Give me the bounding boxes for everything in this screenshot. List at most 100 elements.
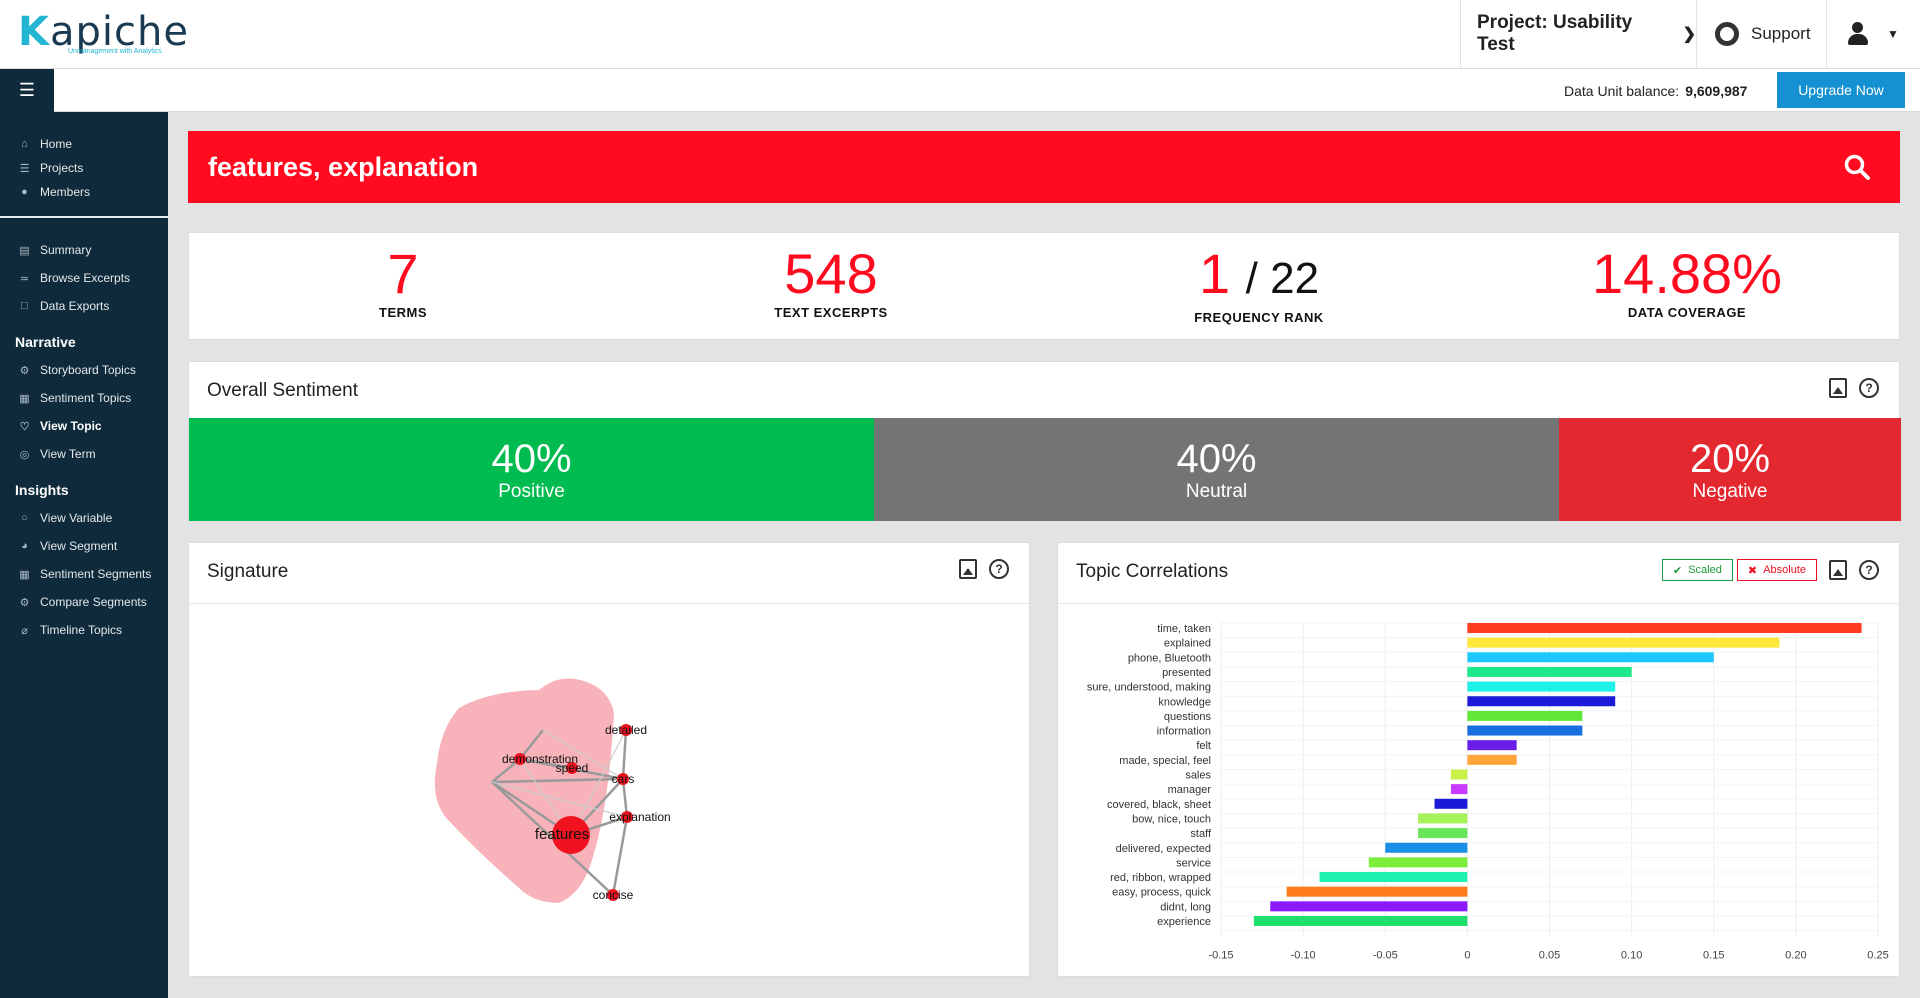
term-icon: ◎ bbox=[19, 448, 30, 461]
sidebar-item-members[interactable]: ● Members bbox=[0, 180, 168, 204]
signature-network[interactable]: detailed speed demonstration cars explan… bbox=[189, 603, 1031, 978]
terms-value: 7 bbox=[387, 242, 419, 305]
category-label: sales bbox=[1185, 770, 1211, 782]
excerpts-label: TEXT EXCERPTS bbox=[774, 305, 888, 320]
correlation-bar bbox=[1368, 857, 1468, 868]
sidebar-item-view-topic[interactable]: ♡ View Topic bbox=[0, 412, 168, 440]
sidebar-item-timeline-topics[interactable]: ⌀ Timeline Topics bbox=[0, 616, 168, 644]
export-image-icon[interactable] bbox=[959, 559, 977, 579]
topic-correlations-chart[interactable]: -0.15 -0.10 -0.05 0 0.05 0.10 0.15 0.20 0.25 time… bbox=[1058, 603, 1901, 978]
sidebar-item-label: Sentiment Segments bbox=[40, 567, 152, 581]
category-label: easy, process, quick bbox=[1112, 887, 1211, 899]
sidebar-item-label: Sentiment Topics bbox=[40, 391, 132, 405]
sidebar-item-label: Compare Segments bbox=[40, 595, 147, 609]
neutral-pct: 40% bbox=[1176, 436, 1257, 481]
absolute-toggle[interactable]: ✖ Absolute bbox=[1736, 559, 1817, 581]
category-label: made, special, feel bbox=[1119, 755, 1211, 767]
sidebar-item-storyboard-topics[interactable]: ⚙ Storyboard Topics bbox=[0, 356, 168, 384]
sidebar-item-data-exports[interactable]: □ Data Exports bbox=[0, 292, 168, 320]
topic-search-banner[interactable]: features, explanation bbox=[188, 131, 1900, 203]
category-label: red, ribbon, wrapped bbox=[1110, 872, 1211, 884]
signature-panel: Signature ? detailed speed demonstration… bbox=[188, 542, 1030, 977]
category-label: presented bbox=[1162, 667, 1211, 679]
negative-label: Negative bbox=[1692, 480, 1768, 502]
x-tick-label: 0.15 bbox=[1703, 950, 1724, 962]
correlation-bar bbox=[1450, 769, 1468, 780]
sidebar-item-label: View Topic bbox=[40, 419, 102, 433]
lifebuoy-icon bbox=[1715, 22, 1739, 46]
rank-label: FREQUENCY RANK bbox=[1194, 310, 1324, 325]
logo-wordmark: Kapiche bbox=[18, 9, 189, 55]
stat-data-coverage: 14.88% DATA COVERAGE bbox=[1473, 242, 1901, 321]
x-tick-label: 0.10 bbox=[1621, 950, 1642, 962]
correlation-bar bbox=[1467, 740, 1517, 751]
category-label: staff bbox=[1190, 828, 1212, 840]
user-menu[interactable]: ▼ bbox=[1826, 0, 1920, 68]
top-header: Kapiche Unmanagement with Analytics Proj… bbox=[0, 0, 1920, 69]
project-selector[interactable]: Project: Usability Test ❯ bbox=[1460, 0, 1696, 68]
sub-header: ☰ Data Unit balance: 9,609,987 Upgrade N… bbox=[0, 69, 1920, 112]
export-image-icon[interactable] bbox=[1829, 378, 1847, 398]
support-button[interactable]: Support bbox=[1696, 0, 1826, 68]
sentiment-bar: 40% Positive 40% Neutral 20% Negative bbox=[189, 418, 1901, 521]
sidebar-item-sentiment-topics[interactable]: ▦ Sentiment Topics bbox=[0, 384, 168, 412]
sidebar-item-label: Timeline Topics bbox=[40, 623, 123, 637]
excerpts-value: 548 bbox=[784, 242, 878, 305]
category-label: questions bbox=[1164, 711, 1212, 723]
sidebar-item-compare-segments[interactable]: ⚙ Compare Segments bbox=[0, 588, 168, 616]
coverage-value: 14.88% bbox=[1592, 242, 1782, 305]
sidebar-item-label: Members bbox=[40, 185, 91, 199]
topic-stats-panel: 7 TERMS 548 TEXT EXCERPTS 1 / 22 FREQUEN… bbox=[188, 232, 1900, 340]
sidebar-item-label: View Variable bbox=[40, 511, 113, 525]
scaled-toggle[interactable]: ✔ Scaled bbox=[1661, 559, 1733, 581]
kapiche-logo[interactable]: Kapiche Unmanagement with Analytics bbox=[18, 12, 189, 55]
sidebar-divider bbox=[0, 216, 168, 218]
sidebar-item-home[interactable]: ⌂ Home bbox=[0, 132, 168, 156]
export-image-icon[interactable] bbox=[1829, 560, 1847, 580]
x-tick-label: 0.20 bbox=[1785, 950, 1806, 962]
node-label: demonstration bbox=[502, 752, 578, 766]
caret-down-icon: ▼ bbox=[1887, 27, 1899, 41]
terms-label: TERMS bbox=[379, 305, 427, 320]
help-icon[interactable]: ? bbox=[1859, 378, 1879, 398]
main-content: features, explanation 7 TERMS 548 TEXT E… bbox=[168, 112, 1920, 998]
compare-icon: ⚙ bbox=[19, 596, 30, 609]
sidebar-item-sentiment-segments[interactable]: ▦ Sentiment Segments bbox=[0, 560, 168, 588]
sidebar-item-projects[interactable]: ☰ Projects bbox=[0, 156, 168, 180]
upgrade-now-button[interactable]: Upgrade Now bbox=[1777, 72, 1905, 108]
help-icon[interactable]: ? bbox=[1859, 560, 1879, 580]
help-icon[interactable]: ? bbox=[989, 559, 1009, 579]
sidebar-item-view-segment[interactable]: ◕ View Segment bbox=[0, 532, 168, 560]
positive-segment[interactable]: 40% Positive bbox=[189, 418, 874, 521]
project-label: Project: Usability Test bbox=[1477, 12, 1633, 55]
search-icon[interactable] bbox=[1844, 154, 1870, 180]
storyboard-icon: ⚙ bbox=[19, 364, 30, 377]
sidebar-item-label: Projects bbox=[40, 161, 84, 175]
category-label: delivered, expected bbox=[1116, 843, 1211, 855]
panel-actions: ? bbox=[1829, 378, 1879, 398]
segment-icon: ◕ bbox=[21, 540, 28, 552]
category-label: explained bbox=[1164, 638, 1211, 650]
topic-correlations-panel: Topic Correlations ✔ Scaled ✖ Absolute ?… bbox=[1057, 542, 1900, 977]
correlation-bar bbox=[1418, 828, 1468, 839]
sidebar-item-browse-excerpts[interactable]: ≃ Browse Excerpts bbox=[0, 264, 168, 292]
sidebar-item-label: View Segment bbox=[40, 539, 118, 553]
panel-actions: ✔ Scaled ✖ Absolute ? bbox=[1661, 559, 1879, 581]
scaled-label: Scaled bbox=[1688, 564, 1722, 576]
panel-actions: ? bbox=[959, 559, 1009, 579]
sidebar-item-view-variable[interactable]: ○ View Variable bbox=[0, 504, 168, 532]
user-icon: ● bbox=[21, 186, 28, 198]
negative-segment[interactable]: 20% Negative bbox=[1559, 418, 1901, 521]
sidebar-item-view-term[interactable]: ◎ View Term bbox=[0, 440, 168, 468]
sidebar-item-label: View Term bbox=[40, 447, 96, 461]
sidebar-item-summary[interactable]: ▤ Summary bbox=[0, 236, 168, 264]
heart-icon: ♡ bbox=[19, 420, 30, 433]
sidebar-item-label: Data Exports bbox=[40, 299, 110, 313]
correlation-bar bbox=[1467, 652, 1714, 663]
node-label: explanation bbox=[609, 810, 670, 824]
neutral-segment[interactable]: 40% Neutral bbox=[874, 418, 1559, 521]
node-label: features bbox=[535, 826, 589, 843]
hamburger-menu-icon[interactable]: ☰ bbox=[0, 69, 54, 112]
positive-pct: 40% bbox=[491, 436, 572, 481]
stat-frequency-rank: 1 / 22 FREQUENCY RANK bbox=[1045, 243, 1473, 326]
